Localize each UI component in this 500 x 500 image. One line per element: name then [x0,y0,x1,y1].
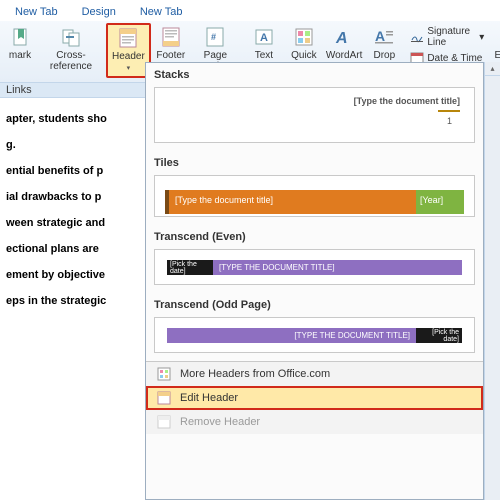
svg-text:A: A [375,28,385,44]
bookmark-button[interactable]: mark [0,23,40,64]
edit-header-menu-item[interactable]: Edit Header [146,386,483,410]
ribbon-tabs: New Tab Design New Tab [0,0,500,21]
svg-text:A: A [335,30,348,47]
chevron-down-icon: ▾ [127,65,131,72]
header-gallery: Stacks [Type the document title] 1 Tiles… [145,62,484,500]
tab-design[interactable]: Design [71,2,127,21]
tab-new-1[interactable]: New Tab [4,2,69,21]
remove-header-menu-item[interactable]: Remove Header [146,410,483,434]
remove-header-icon [156,414,172,430]
gallery-item-tiles[interactable]: Tiles [Type the document title][Year] [146,151,483,225]
gallery-item-stacks[interactable]: Stacks [Type the document title] 1 [146,63,483,151]
svg-text:#: # [211,32,216,42]
gallery-item-transcend-odd[interactable]: Transcend (Odd Page) [TYPE THE DOCUMENT … [146,293,483,361]
svg-text:A: A [260,32,268,44]
signature-line-button[interactable]: Signature Line ▾ [408,25,486,49]
links-group-label: Links [0,82,145,98]
gallery-scrollbar[interactable]: ▴ [484,62,500,500]
cross-reference-button[interactable]: Cross-reference [40,23,102,75]
scroll-up-icon[interactable]: ▴ [485,62,500,76]
gallery-item-transcend-even[interactable]: Transcend (Even) [Pick the date][TYPE TH… [146,225,483,293]
document-body: apter, students shog.ential benefits of … [0,100,145,500]
more-headers-menu-item[interactable]: More Headers from Office.com [146,362,483,386]
signature-icon [410,30,424,44]
edit-header-icon [156,390,172,406]
office-icon [156,366,172,382]
tab-new-2[interactable]: New Tab [129,2,194,21]
